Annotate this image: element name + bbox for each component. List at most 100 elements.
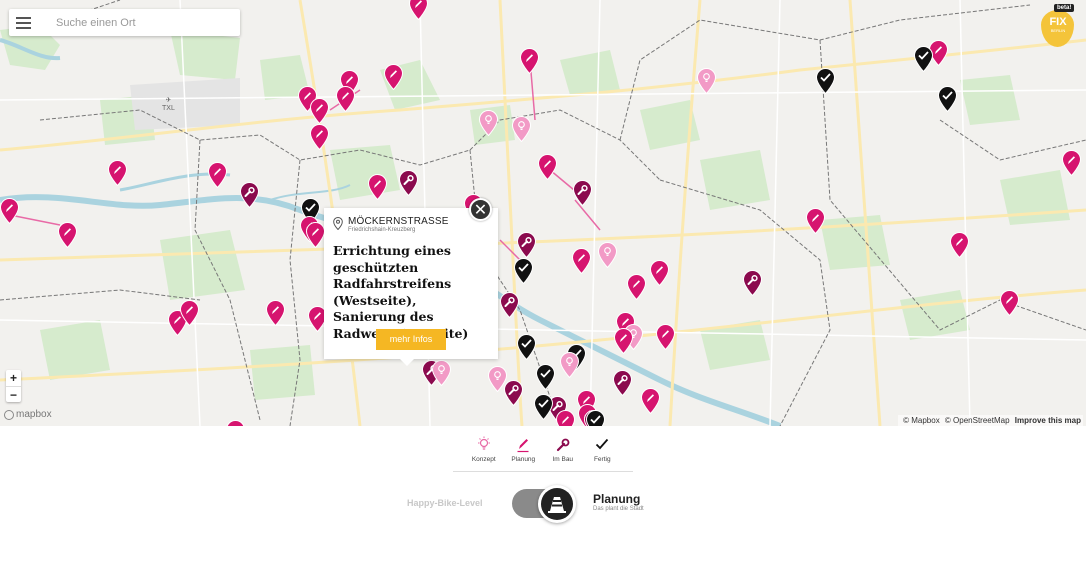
map-marker-planung[interactable] xyxy=(656,324,675,350)
map-marker-fertig[interactable] xyxy=(536,364,555,390)
mapbox-attribution-link[interactable]: © Mapbox xyxy=(903,416,940,425)
airplane-icon: ✈ xyxy=(165,97,172,104)
bulb-icon xyxy=(479,110,498,136)
improve-map-link[interactable]: Improve this map xyxy=(1015,416,1081,425)
map-attribution: © Mapbox © OpenStreetMap Improve this ma… xyxy=(898,415,1083,426)
map-marker-planung[interactable] xyxy=(108,160,127,186)
legend-item-konzept[interactable]: Konzept xyxy=(464,436,504,463)
map-marker-planung[interactable] xyxy=(0,198,19,224)
map-marker-im-bau[interactable] xyxy=(573,180,592,206)
map-marker-konzept[interactable] xyxy=(432,360,451,386)
check-icon xyxy=(536,364,555,390)
level-toggle[interactable] xyxy=(512,485,576,523)
pencil-icon xyxy=(310,124,329,150)
map-marker-planung[interactable] xyxy=(409,0,428,20)
pencil-icon xyxy=(409,0,428,20)
legend-item-fertig[interactable]: Fertig xyxy=(583,436,623,463)
wrench-icon xyxy=(613,370,632,396)
map-marker-planung[interactable] xyxy=(556,410,575,426)
map-marker-im-bau[interactable] xyxy=(504,380,523,406)
map-marker-planung[interactable] xyxy=(572,248,591,274)
map-marker-planung[interactable] xyxy=(58,222,77,248)
map-marker-planung[interactable] xyxy=(336,86,355,112)
map-marker-planung[interactable] xyxy=(368,174,387,200)
check-icon xyxy=(586,410,605,426)
map-marker-im-bau[interactable] xyxy=(743,270,762,296)
map-marker-im-bau[interactable] xyxy=(517,232,536,258)
map-marker-planung[interactable] xyxy=(806,208,825,234)
wrench-icon xyxy=(573,180,592,206)
map-marker-konzept[interactable] xyxy=(598,242,617,268)
zoom-control: + − xyxy=(6,370,21,402)
check-icon xyxy=(914,46,933,72)
map-marker-fertig[interactable] xyxy=(534,394,553,420)
map-marker-planung[interactable] xyxy=(180,300,199,326)
mapbox-logo-icon xyxy=(4,409,14,420)
pencil-icon xyxy=(641,388,660,414)
pencil-icon xyxy=(384,64,403,90)
legend-item-planung[interactable]: Planung xyxy=(504,436,544,463)
map-marker-fertig[interactable] xyxy=(938,86,957,112)
check-icon xyxy=(938,86,957,112)
check-icon xyxy=(534,394,553,420)
pencil-icon xyxy=(520,48,539,74)
pencil-icon xyxy=(336,86,355,112)
map-marker-planung[interactable] xyxy=(226,420,245,426)
check-icon xyxy=(816,68,835,94)
popup-street: MÖCKERNSTRASSE xyxy=(348,216,449,227)
map-marker-planung[interactable] xyxy=(310,124,329,150)
map-marker-fertig[interactable] xyxy=(514,258,533,284)
map-marker-planung[interactable] xyxy=(384,64,403,90)
pencil-icon xyxy=(556,410,575,426)
map-marker-fertig[interactable] xyxy=(586,410,605,426)
search-input[interactable] xyxy=(56,16,240,29)
map-marker-im-bau[interactable] xyxy=(399,170,418,196)
map-marker-im-bau[interactable] xyxy=(500,292,519,318)
map-marker-planung[interactable] xyxy=(306,222,325,248)
pencil-icon xyxy=(627,274,646,300)
map-marker-planung[interactable] xyxy=(208,162,227,188)
fix-berlin-badge[interactable]: FIX BERLIN beta! xyxy=(1039,4,1077,50)
zoom-out-button[interactable]: − xyxy=(6,386,21,402)
pencil-icon xyxy=(1000,290,1019,316)
pencil-icon xyxy=(180,300,199,326)
map-marker-fertig[interactable] xyxy=(914,46,933,72)
zoom-in-button[interactable]: + xyxy=(6,370,21,386)
map-marker-fertig[interactable] xyxy=(816,68,835,94)
map-marker-fertig[interactable] xyxy=(517,334,536,360)
close-icon[interactable]: ✕ xyxy=(469,198,492,221)
map-marker-konzept[interactable] xyxy=(560,352,579,378)
map-marker-planung[interactable] xyxy=(641,388,660,414)
map-marker-planung[interactable] xyxy=(538,154,557,180)
map-marker-planung[interactable] xyxy=(950,232,969,258)
pencil-icon xyxy=(266,300,285,326)
map-marker-planung[interactable] xyxy=(1062,150,1081,176)
map[interactable]: ✈ TXL + − mapbox © Mapbox © OpenStreetMa… xyxy=(0,0,1086,426)
map-marker-konzept[interactable] xyxy=(697,68,716,94)
pencil-icon xyxy=(306,222,325,248)
map-marker-im-bau[interactable] xyxy=(613,370,632,396)
map-marker-planung[interactable] xyxy=(650,260,669,286)
map-marker-planung[interactable] xyxy=(1000,290,1019,316)
mapbox-logo[interactable]: mapbox xyxy=(4,409,52,420)
bulb-icon xyxy=(432,360,451,386)
map-marker-planung[interactable] xyxy=(520,48,539,74)
bulb-icon xyxy=(697,68,716,94)
legend-item-im-bau[interactable]: Im Bau xyxy=(543,436,583,463)
map-marker-konzept[interactable] xyxy=(512,116,531,142)
toggle-knob[interactable] xyxy=(538,485,576,523)
map-marker-konzept[interactable] xyxy=(479,110,498,136)
menu-icon[interactable] xyxy=(9,9,38,36)
map-marker-planung[interactable] xyxy=(310,98,329,124)
map-marker-planung[interactable] xyxy=(627,274,646,300)
map-marker-planung[interactable] xyxy=(614,328,633,354)
more-info-button[interactable]: mehr Infos xyxy=(376,329,446,350)
map-marker-im-bau[interactable] xyxy=(240,182,259,208)
level-title: Planung xyxy=(593,492,641,506)
beta-label: beta! xyxy=(1054,4,1075,12)
wrench-icon xyxy=(240,182,259,208)
pencil-icon xyxy=(538,154,557,180)
map-marker-planung[interactable] xyxy=(266,300,285,326)
osm-attribution-link[interactable]: © OpenStreetMap xyxy=(945,416,1010,425)
happy-bike-level-label[interactable]: Happy-Bike-Level xyxy=(407,498,483,508)
